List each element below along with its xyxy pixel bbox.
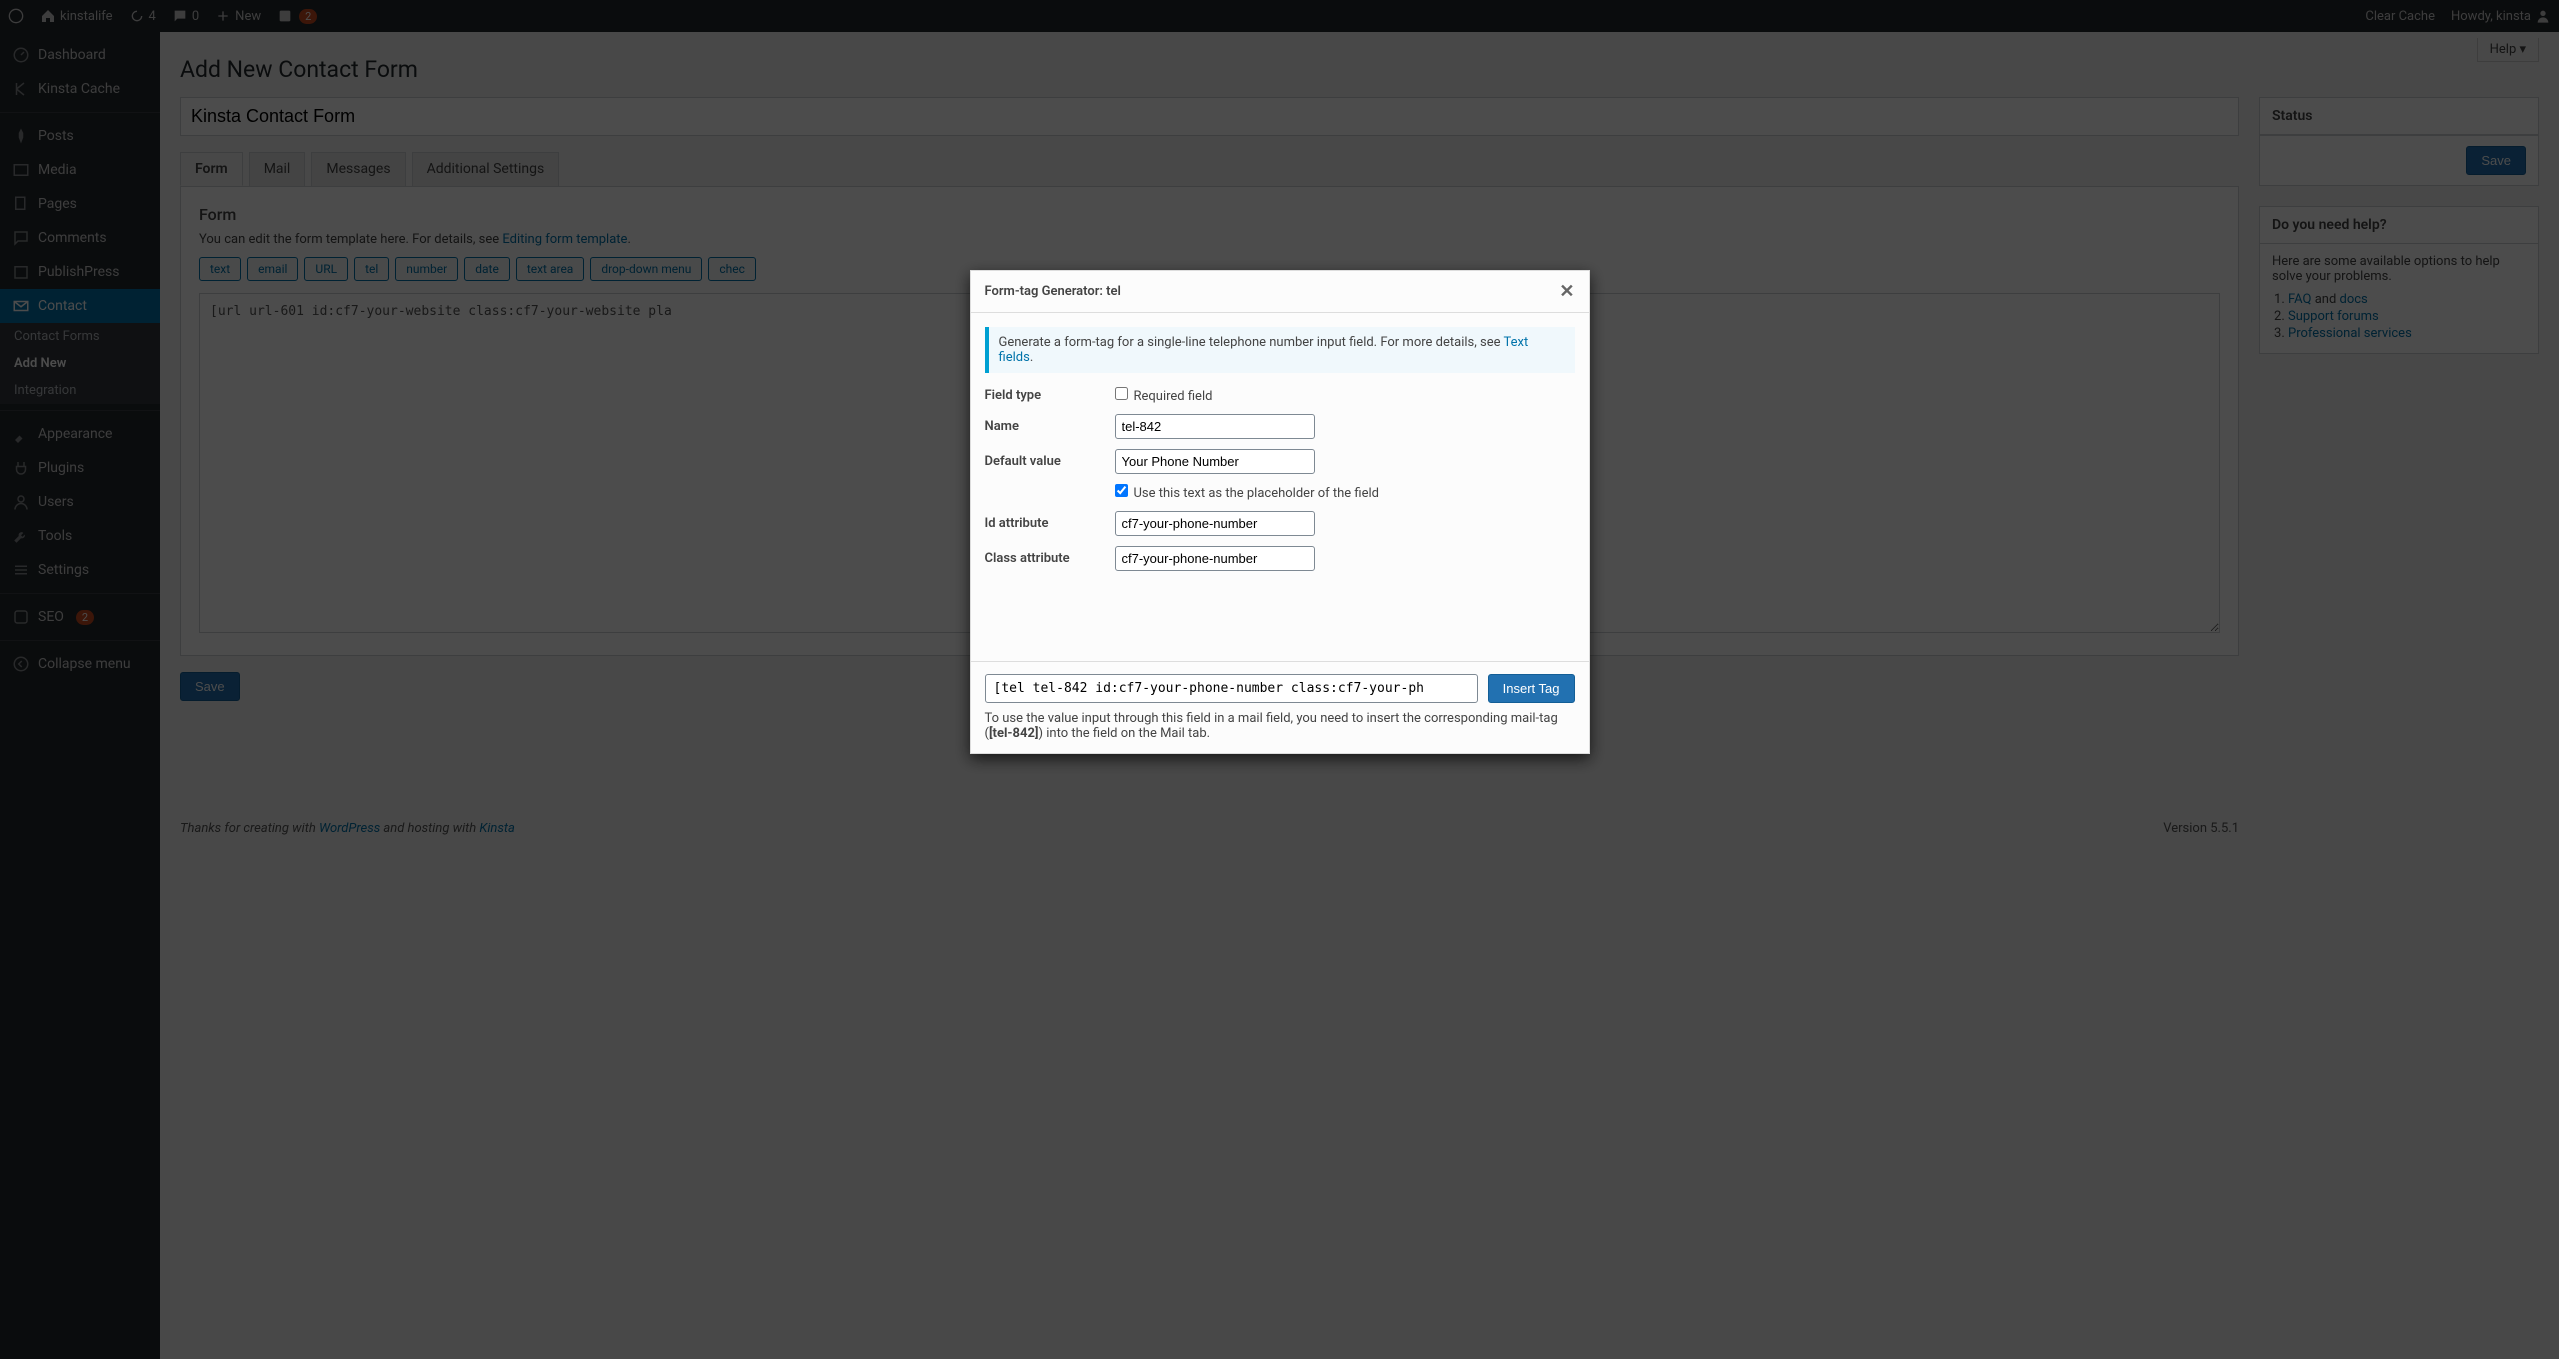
modal-info-note: Generate a form-tag for a single-line te… [985,327,1575,373]
modal-title: Form-tag Generator: tel [985,284,1121,299]
name-input[interactable] [1115,414,1315,439]
placeholder-label: Use this text as the placeholder of the … [1134,486,1379,501]
placeholder-checkbox[interactable] [1115,484,1128,497]
insert-tag-button[interactable]: Insert Tag [1488,674,1575,703]
default-value-label: Default value [985,454,1115,469]
shortcode-output[interactable] [985,674,1478,703]
required-checkbox[interactable] [1115,387,1128,400]
required-label: Required field [1134,389,1213,404]
class-attribute-input[interactable] [1115,546,1315,571]
modal-foot-text: To use the value input through this fiel… [985,711,1575,741]
modal-overlay[interactable]: Form-tag Generator: tel ✕ Generate a for… [0,0,2559,1359]
default-value-input[interactable] [1115,449,1315,474]
field-type-label: Field type [985,388,1115,403]
name-label: Name [985,419,1115,434]
class-attribute-label: Class attribute [985,551,1115,566]
modal-close-button[interactable]: ✕ [1559,281,1574,302]
form-tag-generator-modal: Form-tag Generator: tel ✕ Generate a for… [970,270,1590,754]
id-attribute-input[interactable] [1115,511,1315,536]
id-attribute-label: Id attribute [985,516,1115,531]
